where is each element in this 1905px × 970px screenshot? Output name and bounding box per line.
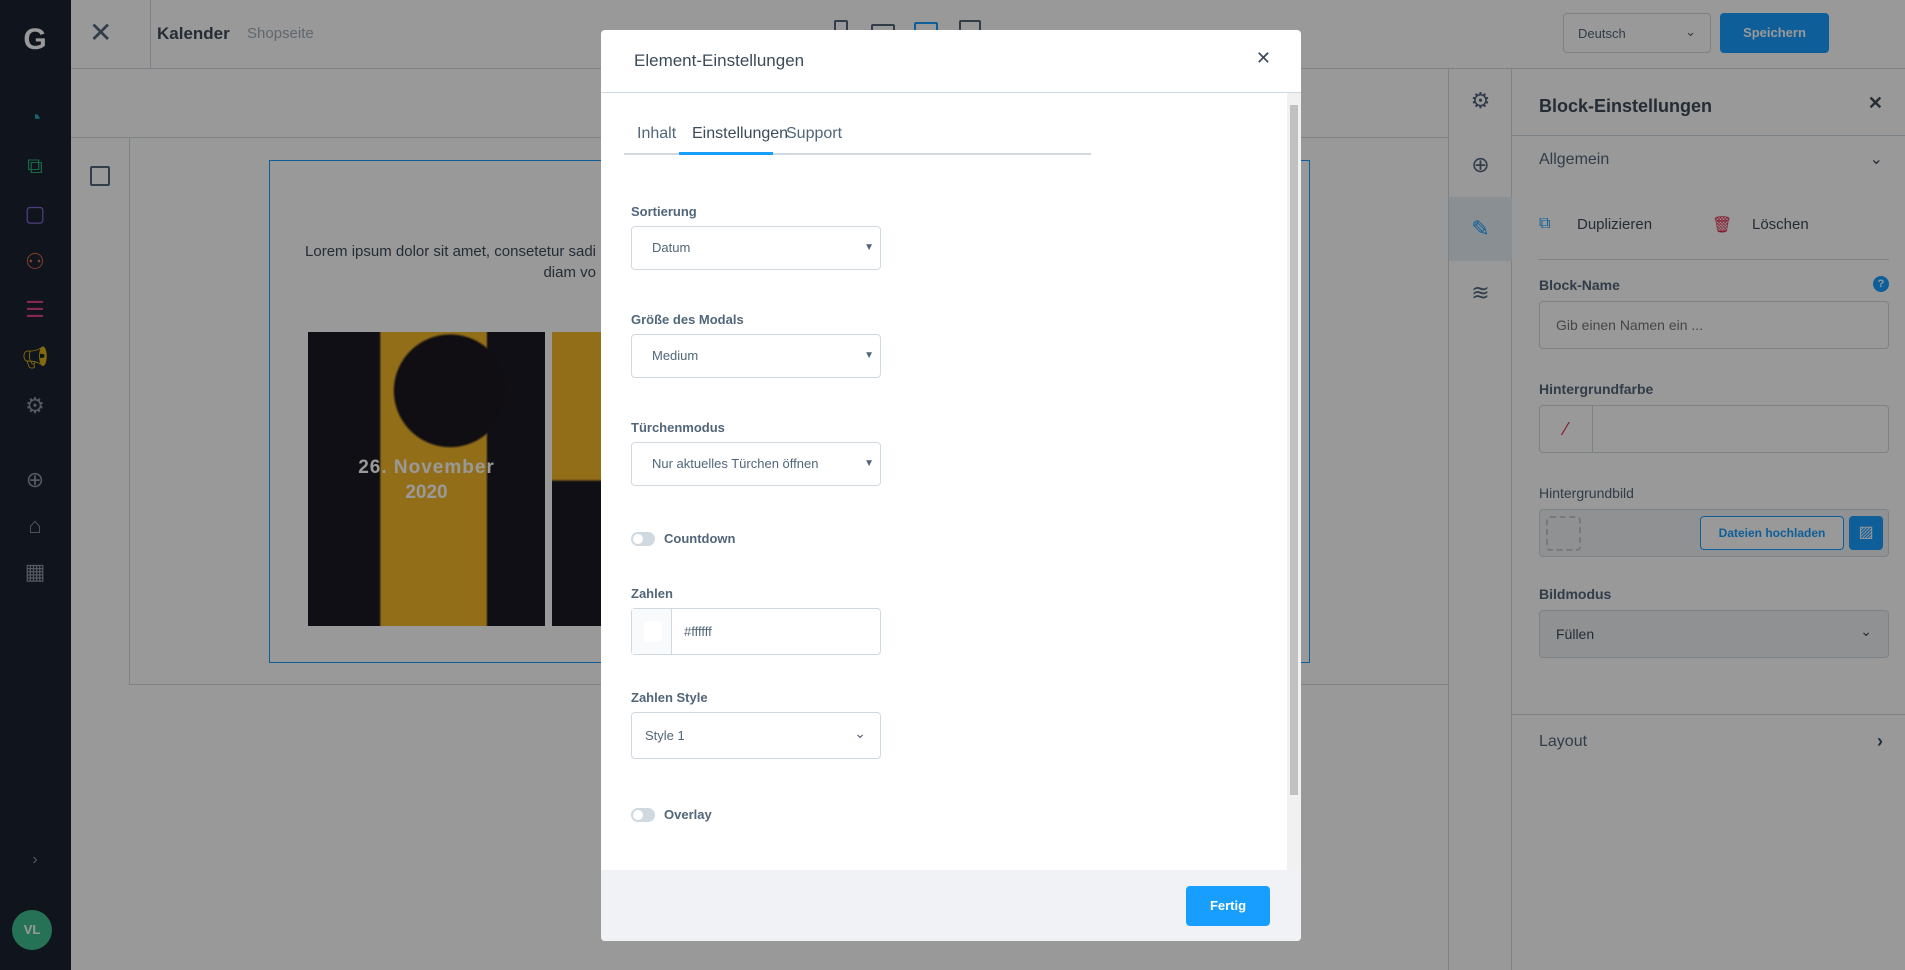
modal-size-label: Größe des Modals — [631, 312, 744, 327]
door-mode-label: Türchenmodus — [631, 420, 725, 435]
numbers-style-value: Style 1 — [645, 728, 685, 743]
sort-label: Sortierung — [631, 204, 697, 219]
element-settings-modal: Element-Einstellungen ✕ Inhalt Einstellu… — [601, 30, 1301, 941]
sort-select[interactable]: Datum ▼ — [631, 226, 881, 270]
scrollbar-thumb[interactable] — [1290, 105, 1298, 795]
close-modal-icon[interactable]: ✕ — [1256, 48, 1271, 69]
numbers-color-field[interactable]: #ffffff — [631, 608, 881, 655]
modal-title: Element-Einstellungen — [634, 51, 805, 70]
tab-einstellungen[interactable]: Einstellungen — [692, 125, 788, 143]
door-mode-value: Nur aktuelles Türchen öffnen — [652, 456, 819, 471]
overlay-label: Overlay — [664, 807, 712, 822]
caret-down-icon: ▼ — [864, 242, 874, 253]
numbers-style-select[interactable]: Style 1 ⌄ — [631, 712, 881, 759]
color-swatch[interactable] — [632, 609, 672, 654]
chevron-down-icon: ⌄ — [854, 725, 866, 741]
tab-inhalt[interactable]: Inhalt — [637, 125, 676, 143]
countdown-label: Countdown — [664, 531, 736, 546]
sort-value: Datum — [652, 240, 691, 255]
numbers-label: Zahlen — [631, 586, 673, 601]
overlay-toggle[interactable] — [631, 808, 655, 822]
modal-size-value: Medium — [652, 348, 699, 363]
active-tab-indicator — [679, 152, 773, 155]
done-button[interactable]: Fertig — [1186, 886, 1270, 926]
caret-down-icon: ▼ — [864, 458, 874, 469]
scrollbar[interactable] — [1287, 93, 1301, 870]
tab-support[interactable]: Support — [786, 125, 842, 143]
caret-down-icon: ▼ — [864, 350, 874, 361]
numbers-style-label: Zahlen Style — [631, 690, 708, 705]
divider — [601, 92, 1301, 93]
numbers-color-value[interactable]: #ffffff — [684, 611, 712, 653]
door-mode-select[interactable]: Nur aktuelles Türchen öffnen ▼ — [631, 442, 881, 486]
countdown-toggle[interactable] — [631, 532, 655, 546]
modal-size-select[interactable]: Medium ▼ — [631, 334, 881, 378]
